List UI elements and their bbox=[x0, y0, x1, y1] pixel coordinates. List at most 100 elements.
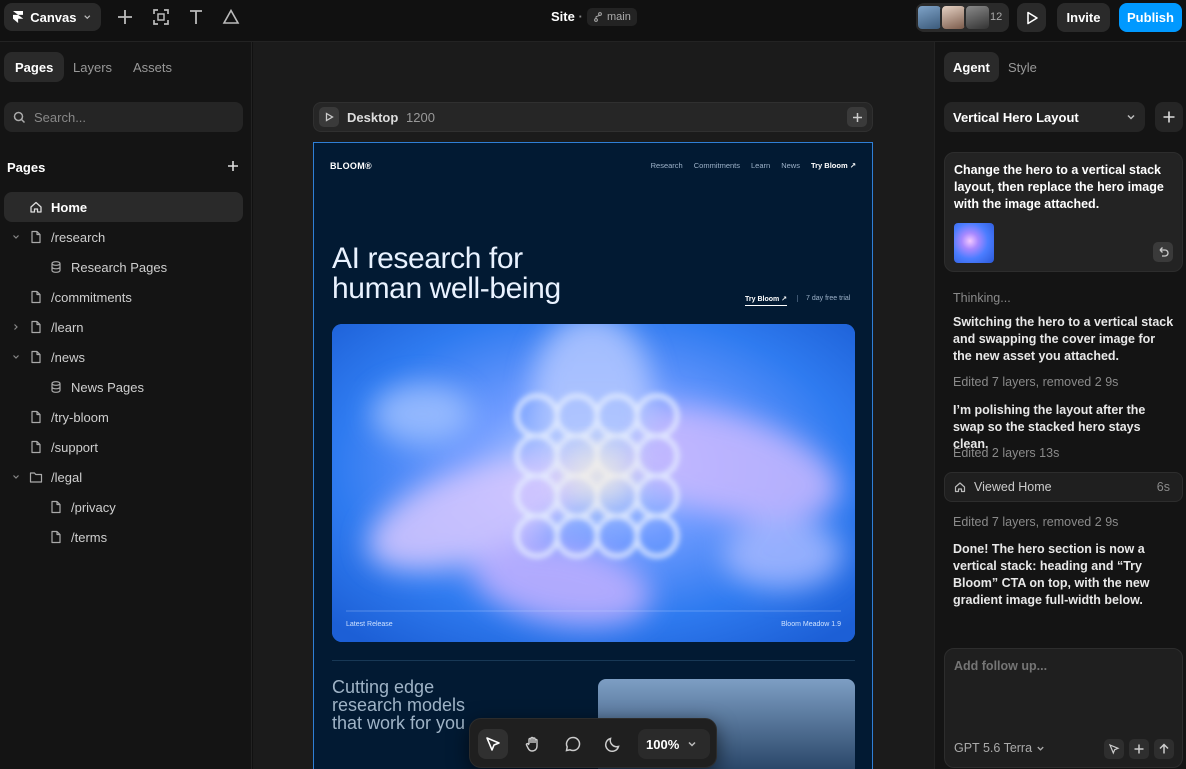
plus-icon bbox=[118, 10, 132, 24]
tab-assets[interactable]: Assets bbox=[122, 52, 183, 82]
user-message-text: Change the hero to a vertical stack layo… bbox=[954, 163, 1164, 211]
page-item[interactable]: /research bbox=[4, 222, 243, 252]
add-breakpoint-button[interactable] bbox=[847, 107, 867, 127]
hero-cta-link[interactable]: Try Bloom ↗ bbox=[745, 295, 788, 306]
chevron-down-icon bbox=[1127, 114, 1135, 120]
frame-header[interactable]: Desktop 1200 bbox=[313, 102, 873, 132]
search-input[interactable]: Search... bbox=[4, 102, 243, 132]
chevron-right-icon[interactable] bbox=[11, 322, 21, 332]
preview-button[interactable] bbox=[1017, 3, 1046, 32]
nav-try-bloom[interactable]: Try Bloom ↗ bbox=[811, 161, 856, 170]
page-item-label: /terms bbox=[71, 530, 108, 545]
agent-reply: Switching the hero to a vertical stack a… bbox=[953, 315, 1174, 363]
comment-tool-button[interactable] bbox=[558, 729, 588, 759]
cursor-icon bbox=[1108, 743, 1120, 755]
attach-button[interactable] bbox=[1129, 739, 1149, 759]
page-item[interactable]: /commitments bbox=[4, 282, 243, 312]
plus-icon bbox=[228, 161, 238, 171]
play-icon bbox=[1026, 11, 1038, 24]
hand-tool-button[interactable] bbox=[518, 729, 548, 759]
nav-research[interactable]: Research bbox=[651, 161, 683, 170]
cursor-icon bbox=[486, 737, 500, 751]
page-item[interactable]: /learn bbox=[4, 312, 243, 342]
search-placeholder: Search... bbox=[34, 109, 87, 125]
theme-toggle-button[interactable] bbox=[598, 729, 628, 759]
chevron-down-icon bbox=[84, 15, 91, 20]
play-icon bbox=[325, 112, 334, 122]
frame-preview-button[interactable] bbox=[319, 107, 339, 127]
frame-tool-button[interactable] bbox=[150, 6, 172, 28]
send-button[interactable] bbox=[1154, 739, 1174, 759]
page-item[interactable]: /try-bloom bbox=[4, 402, 243, 432]
collaborator-count: 12 bbox=[990, 11, 1003, 23]
section-divider bbox=[332, 660, 855, 661]
plus-icon bbox=[1134, 744, 1144, 754]
tab-agent[interactable]: Agent bbox=[944, 52, 999, 82]
viewed-page-item[interactable]: Viewed Home 6s bbox=[944, 472, 1183, 502]
thread-select[interactable]: Vertical Hero Layout bbox=[944, 102, 1145, 132]
publish-button[interactable]: Publish bbox=[1119, 3, 1182, 32]
page-item-label: /try-bloom bbox=[51, 410, 109, 425]
canvas[interactable]: Desktop 1200 BLOOM® Research Commitments… bbox=[253, 42, 934, 769]
invite-button[interactable]: Invite bbox=[1057, 3, 1110, 32]
right-panel: Agent Style Vertical Hero Layout Change … bbox=[934, 42, 1186, 769]
attached-image-thumbnail[interactable] bbox=[954, 223, 994, 263]
site-title[interactable]: Site · bbox=[551, 9, 583, 24]
chevron-down-icon[interactable] bbox=[11, 352, 21, 362]
section2-heading[interactable]: Cutting edge research models that work f… bbox=[332, 678, 482, 732]
canvas-toolbar: 100% bbox=[469, 718, 717, 768]
select-element-button[interactable] bbox=[1104, 739, 1124, 759]
revert-button[interactable] bbox=[1153, 242, 1173, 262]
page-item[interactable]: /news bbox=[4, 342, 243, 372]
site-nav: Research Commitments Learn News Try Bloo… bbox=[651, 161, 856, 170]
hero-gradient-artwork bbox=[332, 324, 855, 642]
agent-reply: Done! The hero section is now a vertical… bbox=[953, 542, 1150, 607]
model-select[interactable]: GPT 5.6 Terra bbox=[954, 741, 1045, 755]
database-icon bbox=[49, 380, 63, 394]
vector-tool-button[interactable] bbox=[220, 6, 242, 28]
zoom-select[interactable]: 100% bbox=[638, 729, 710, 759]
page-icon bbox=[49, 500, 63, 514]
branch-badge[interactable]: main bbox=[587, 8, 637, 26]
hero-image[interactable]: Latest Release Bloom Meadow 1.9 bbox=[332, 324, 855, 642]
nav-learn[interactable]: Learn bbox=[751, 161, 770, 170]
site-frame[interactable]: BLOOM® Research Commitments Learn News T… bbox=[313, 142, 873, 769]
page-item[interactable]: /privacy bbox=[4, 492, 243, 522]
left-panel: Pages Layers Assets Search... Pages Home… bbox=[0, 42, 252, 769]
follow-up-input[interactable] bbox=[954, 659, 1172, 673]
insert-button[interactable] bbox=[114, 6, 136, 28]
avatar bbox=[916, 4, 943, 31]
user-message: Change the hero to a vertical stack layo… bbox=[944, 152, 1183, 272]
page-item[interactable]: /terms bbox=[4, 522, 243, 552]
page-item[interactable]: News Pages bbox=[4, 372, 243, 402]
page-item[interactable]: Research Pages bbox=[4, 252, 243, 282]
collaborators[interactable]: 12 bbox=[916, 3, 1009, 32]
new-thread-button[interactable] bbox=[1155, 102, 1183, 132]
site-logo[interactable]: BLOOM® bbox=[330, 161, 372, 171]
branch-icon bbox=[594, 12, 602, 22]
page-item[interactable]: /legal bbox=[4, 462, 243, 492]
hand-icon bbox=[525, 736, 538, 752]
select-tool-button[interactable] bbox=[478, 729, 508, 759]
frame-icon bbox=[153, 9, 169, 25]
hero-heading[interactable]: AI research for human well-being bbox=[332, 244, 652, 304]
release-name-label: Bloom Meadow 1.9 bbox=[781, 621, 841, 628]
nav-news[interactable]: News bbox=[781, 161, 800, 170]
page-icon bbox=[29, 410, 43, 424]
tab-layers[interactable]: Layers bbox=[62, 52, 123, 82]
page-item[interactable]: /support bbox=[4, 432, 243, 462]
viewed-label: Viewed Home bbox=[974, 480, 1052, 494]
tab-style[interactable]: Style bbox=[999, 52, 1046, 82]
chevron-down-icon[interactable] bbox=[11, 232, 21, 242]
page-icon bbox=[29, 350, 43, 364]
page-item-label: /news bbox=[51, 350, 85, 365]
text-tool-button[interactable] bbox=[185, 6, 207, 28]
app-menu-button[interactable]: Canvas bbox=[4, 3, 101, 31]
nav-commitments[interactable]: Commitments bbox=[694, 161, 740, 170]
page-icon bbox=[29, 230, 43, 244]
page-item[interactable]: Home bbox=[4, 192, 243, 222]
chevron-down-icon[interactable] bbox=[11, 472, 21, 482]
page-icon bbox=[49, 530, 63, 544]
add-page-button[interactable] bbox=[224, 157, 242, 175]
tab-pages[interactable]: Pages bbox=[4, 52, 65, 82]
